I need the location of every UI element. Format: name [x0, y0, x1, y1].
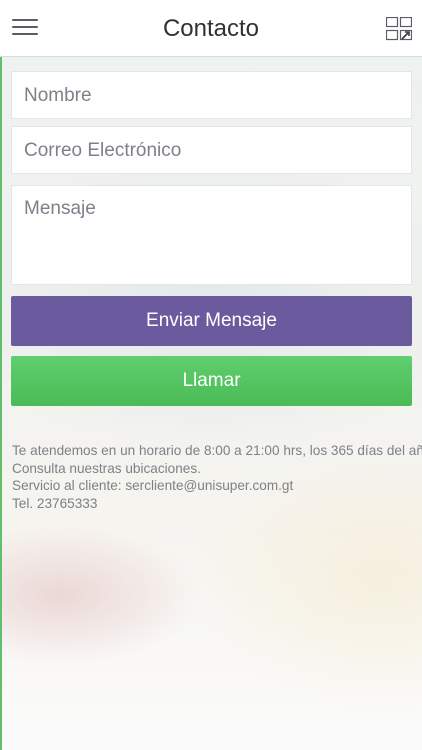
contact-info: Te atendemos en un horario de 8:00 a 21:…	[12, 442, 422, 513]
locations-link[interactable]: Consulta nuestras ubicaciones.	[12, 460, 417, 478]
store-locator-grid-icon[interactable]	[386, 17, 412, 41]
top-app-bar: Contacto	[0, 0, 422, 57]
customer-service-email[interactable]: Servicio al cliente: sercliente@unisuper…	[12, 477, 417, 495]
email-input[interactable]: Correo Electrónico	[11, 126, 412, 174]
page-title: Contacto	[162, 15, 260, 42]
left-accent-edge	[0, 0, 2, 750]
phone-number[interactable]: Tel. 23765333	[12, 495, 417, 513]
send-message-button[interactable]: Enviar Mensaje	[11, 296, 412, 346]
call-button[interactable]: Llamar	[11, 356, 412, 406]
message-textarea[interactable]: Mensaje	[11, 185, 412, 285]
business-hours-text: Te atendemos en un horario de 8:00 a 21:…	[12, 443, 422, 458]
name-input[interactable]: Nombre	[11, 71, 412, 119]
